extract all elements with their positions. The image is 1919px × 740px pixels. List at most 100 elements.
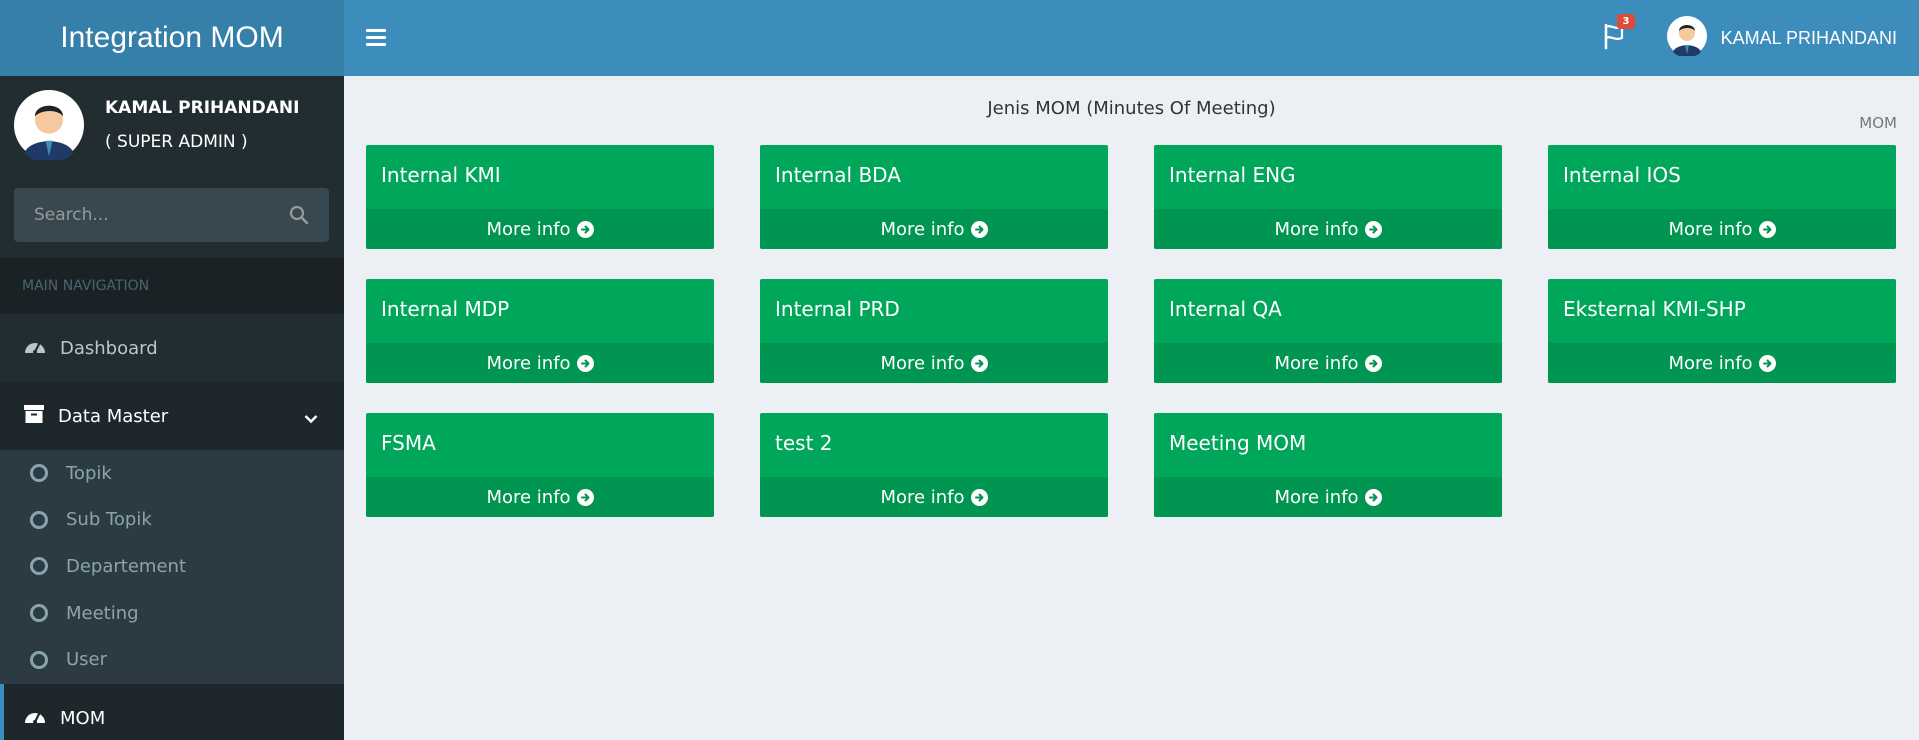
sidebar-item-label: Dashboard (60, 337, 158, 359)
hamburger-icon[interactable] (366, 29, 386, 47)
mom-type-card[interactable]: Internal ENG More info (1154, 145, 1502, 249)
card-title: Internal BDA (775, 163, 901, 187)
breadcrumb[interactable]: MOM (1859, 114, 1897, 132)
arrow-circle-right-icon (970, 488, 988, 506)
app-logo[interactable]: Integration MOM (0, 0, 344, 76)
mom-type-card[interactable]: Internal QA More info (1154, 279, 1502, 383)
mom-type-card[interactable]: test 2 More info (760, 413, 1108, 517)
nav-header: MAIN NAVIGATION (0, 258, 344, 314)
more-info-link[interactable]: More info (1548, 209, 1896, 249)
more-info-label: More info (1274, 218, 1359, 240)
card-title: FSMA (381, 431, 436, 455)
mom-type-card[interactable]: Meeting MOM More info (1154, 413, 1502, 517)
more-info-label: More info (1274, 352, 1359, 374)
more-info-link[interactable]: More info (366, 209, 714, 249)
sidebar-item-sub-topik[interactable]: Sub Topik (0, 497, 344, 544)
sidebar-user-name: KAMAL PRIHANDANI (105, 98, 300, 118)
more-info-label: More info (1274, 486, 1359, 508)
more-info-label: More info (1668, 218, 1753, 240)
mom-type-card[interactable]: FSMA More info (366, 413, 714, 517)
card-title: Eksternal KMI-SHP (1563, 297, 1746, 321)
sidebar-item-dashboard[interactable]: Dashboard (0, 314, 344, 382)
arrow-circle-right-icon (1364, 220, 1382, 238)
chevron-down-icon (304, 408, 318, 429)
mom-type-card[interactable]: Internal IOS More info (1548, 145, 1896, 249)
sidebar: KAMAL PRIHANDANI ( SUPER ADMIN ) MAIN NA… (0, 76, 344, 740)
more-info-link[interactable]: More info (366, 477, 714, 517)
more-info-label: More info (880, 218, 965, 240)
arrow-circle-right-icon (576, 488, 594, 506)
card-title: Internal ENG (1169, 163, 1296, 187)
dashboard-icon (24, 337, 46, 360)
more-info-link[interactable]: More info (1154, 343, 1502, 383)
more-info-label: More info (1668, 352, 1753, 374)
page-title: Jenis MOM (Minutes Of Meeting) (987, 98, 1276, 119)
more-info-label: More info (486, 218, 571, 240)
card-title: Internal IOS (1563, 163, 1681, 187)
top-navbar: 3 KAMAL PRIHANDANI (344, 0, 1919, 76)
sidebar-item-meeting[interactable]: Meeting (0, 590, 344, 637)
mom-type-card[interactable]: Internal MDP More info (366, 279, 714, 383)
user-panel: KAMAL PRIHANDANI ( SUPER ADMIN ) (0, 76, 344, 186)
main-content: Jenis MOM (Minutes Of Meeting) MOM Inter… (344, 76, 1919, 740)
more-info-link[interactable]: More info (1154, 209, 1502, 249)
more-info-link[interactable]: More info (1548, 343, 1896, 383)
mom-type-card[interactable]: Internal PRD More info (760, 279, 1108, 383)
more-info-label: More info (486, 486, 571, 508)
more-info-label: More info (486, 352, 571, 374)
dashboard-icon (24, 707, 46, 730)
sidebar-item-label: Sub Topik (66, 509, 152, 531)
search-icon[interactable] (269, 188, 329, 242)
card-title: Meeting MOM (1169, 431, 1307, 455)
sidebar-item-mom[interactable]: MOM (0, 684, 344, 740)
sidebar-item-label: Data Master (58, 405, 169, 427)
circle-icon (30, 464, 48, 483)
more-info-link[interactable]: More info (366, 343, 714, 383)
mom-type-card[interactable]: Eksternal KMI-SHP More info (1548, 279, 1896, 383)
arrow-circle-right-icon (970, 354, 988, 372)
mom-type-card[interactable]: Internal BDA More info (760, 145, 1108, 249)
circle-icon (30, 510, 48, 529)
arrow-circle-right-icon (576, 354, 594, 372)
arrow-circle-right-icon (1758, 220, 1776, 238)
mom-type-card[interactable]: Internal KMI More info (366, 145, 714, 249)
user-menu[interactable]: KAMAL PRIHANDANI (1666, 0, 1897, 76)
avatar (14, 90, 84, 164)
archive-icon (24, 404, 44, 428)
more-info-link[interactable]: More info (760, 477, 1108, 517)
circle-icon (30, 604, 48, 623)
sidebar-item-data-master[interactable]: Data Master (0, 382, 344, 450)
card-title: Internal KMI (381, 163, 501, 187)
more-info-link[interactable]: More info (760, 209, 1108, 249)
sidebar-item-label: Meeting (66, 602, 139, 624)
arrow-circle-right-icon (576, 220, 594, 238)
arrow-circle-right-icon (1758, 354, 1776, 372)
sidebar-item-label: MOM (60, 707, 106, 729)
arrow-circle-right-icon (1364, 354, 1382, 372)
notification-badge: 3 (1617, 14, 1635, 29)
card-title: test 2 (775, 431, 833, 455)
sidebar-item-label: Topik (66, 462, 112, 484)
sidebar-item-departement[interactable]: Departement (0, 543, 344, 590)
sidebar-item-topik[interactable]: Topik (0, 450, 344, 497)
circle-icon (30, 650, 48, 669)
arrow-circle-right-icon (1364, 488, 1382, 506)
more-info-link[interactable]: More info (1154, 477, 1502, 517)
arrow-circle-right-icon (970, 220, 988, 238)
sidebar-item-label: Departement (66, 555, 186, 577)
more-info-label: More info (880, 486, 965, 508)
more-info-label: More info (880, 352, 965, 374)
card-title: Internal PRD (775, 297, 900, 321)
card-title: Internal MDP (381, 297, 510, 321)
avatar (1666, 16, 1707, 60)
sidebar-search (14, 188, 329, 242)
sidebar-item-label: User (66, 649, 108, 671)
sidebar-user-role: ( SUPER ADMIN ) (105, 132, 248, 152)
sidebar-item-user[interactable]: User (0, 636, 344, 683)
more-info-link[interactable]: More info (760, 343, 1108, 383)
header-user-name: KAMAL PRIHANDANI (1720, 27, 1897, 48)
card-title: Internal QA (1169, 297, 1282, 321)
app-title: Integration MOM (60, 21, 284, 54)
search-input[interactable] (14, 205, 269, 225)
circle-icon (30, 557, 48, 576)
